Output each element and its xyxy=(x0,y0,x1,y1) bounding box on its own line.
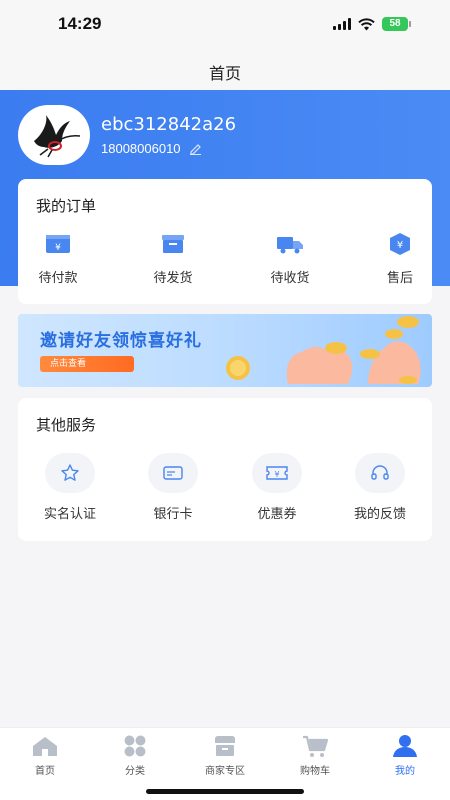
service-label: 我的反馈 xyxy=(353,507,406,522)
battery-icon: 58 xyxy=(382,17,411,31)
status-icons: 58 xyxy=(333,16,411,32)
nav-bar: 首页 xyxy=(0,48,450,90)
banner-text: 邀请好友领惊喜好礼 xyxy=(40,331,202,351)
order-item-pending-payment[interactable]: ¥ 待付款 xyxy=(26,231,90,286)
shield-yen-icon: ¥ xyxy=(390,233,410,255)
services-card: 其他服务 实名认证 银行卡 ¥ 优惠券 我的反馈 xyxy=(18,398,432,541)
tab-home[interactable]: 首页 xyxy=(10,734,80,777)
service-label: 优惠券 xyxy=(257,507,297,522)
page-title: 首页 xyxy=(208,64,241,83)
svg-text:¥: ¥ xyxy=(397,240,403,251)
order-label: 待发货 xyxy=(153,271,193,286)
cart-icon xyxy=(303,735,328,757)
order-item-pending-receipt[interactable]: 待收货 xyxy=(258,231,322,286)
banner-button[interactable]: 点击查看 xyxy=(40,356,134,372)
home-indicator xyxy=(146,789,304,794)
services-title: 其他服务 xyxy=(36,416,97,434)
tab-mine[interactable]: 我的 xyxy=(370,734,440,777)
tab-label: 分类 xyxy=(125,766,145,777)
svg-text:¥: ¥ xyxy=(55,243,61,253)
phone-row: 18008006010 xyxy=(101,141,202,156)
tab-label: 购物车 xyxy=(300,766,330,777)
tab-category[interactable]: 分类 xyxy=(100,734,170,777)
coupon-icon: ¥ xyxy=(266,466,288,480)
headset-icon xyxy=(371,465,389,480)
username[interactable]: ebc312842a26 xyxy=(101,114,236,135)
phone-number: 18008006010 xyxy=(101,141,181,156)
service-label: 银行卡 xyxy=(153,507,193,522)
order-item-pending-shipment[interactable]: 待发货 xyxy=(141,231,205,286)
order-label: 售后 xyxy=(386,271,413,286)
service-item-bank-card[interactable]: 银行卡 xyxy=(138,453,208,522)
orders-title: 我的订单 xyxy=(36,197,97,215)
avatar[interactable] xyxy=(18,105,90,165)
wallet-icon: ¥ xyxy=(46,235,70,253)
promo-banner[interactable]: 邀请好友领惊喜好礼 点击查看 xyxy=(18,314,432,387)
order-item-after-sales[interactable]: ¥ 售后 xyxy=(368,231,432,286)
svg-text:¥: ¥ xyxy=(274,470,279,479)
tab-label: 我的 xyxy=(395,766,415,777)
grid-icon xyxy=(124,735,146,757)
edit-icon[interactable] xyxy=(189,142,202,155)
star-icon xyxy=(61,464,79,481)
service-item-verification[interactable]: 实名认证 xyxy=(35,453,105,522)
orders-card: 我的订单 ¥ 待付款 待发货 待收货 ¥ 售后 xyxy=(18,179,432,304)
service-label: 实名认证 xyxy=(43,507,96,522)
tab-label: 首页 xyxy=(35,766,55,777)
card-icon xyxy=(163,466,183,480)
home-icon xyxy=(33,737,57,756)
service-item-feedback[interactable]: 我的反馈 xyxy=(345,453,415,522)
tab-merchant-zone[interactable]: 商家专区 xyxy=(190,734,260,777)
bird-logo-icon xyxy=(34,115,81,158)
user-icon xyxy=(393,735,417,757)
cellular-signal-icon xyxy=(333,18,351,30)
order-label: 待付款 xyxy=(38,271,78,286)
status-bar: 14:29 58 xyxy=(0,0,450,48)
order-label: 待收货 xyxy=(270,271,310,286)
wifi-icon xyxy=(358,17,375,30)
coins-illustration-icon xyxy=(226,316,421,384)
service-item-coupon[interactable]: ¥ 优惠券 xyxy=(242,453,312,522)
tab-label: 商家专区 xyxy=(205,766,245,777)
truck-icon xyxy=(277,237,303,254)
tab-cart[interactable]: 购物车 xyxy=(280,734,350,777)
store-icon xyxy=(215,736,235,756)
box-icon xyxy=(162,235,184,253)
status-time: 14:29 xyxy=(58,14,102,33)
